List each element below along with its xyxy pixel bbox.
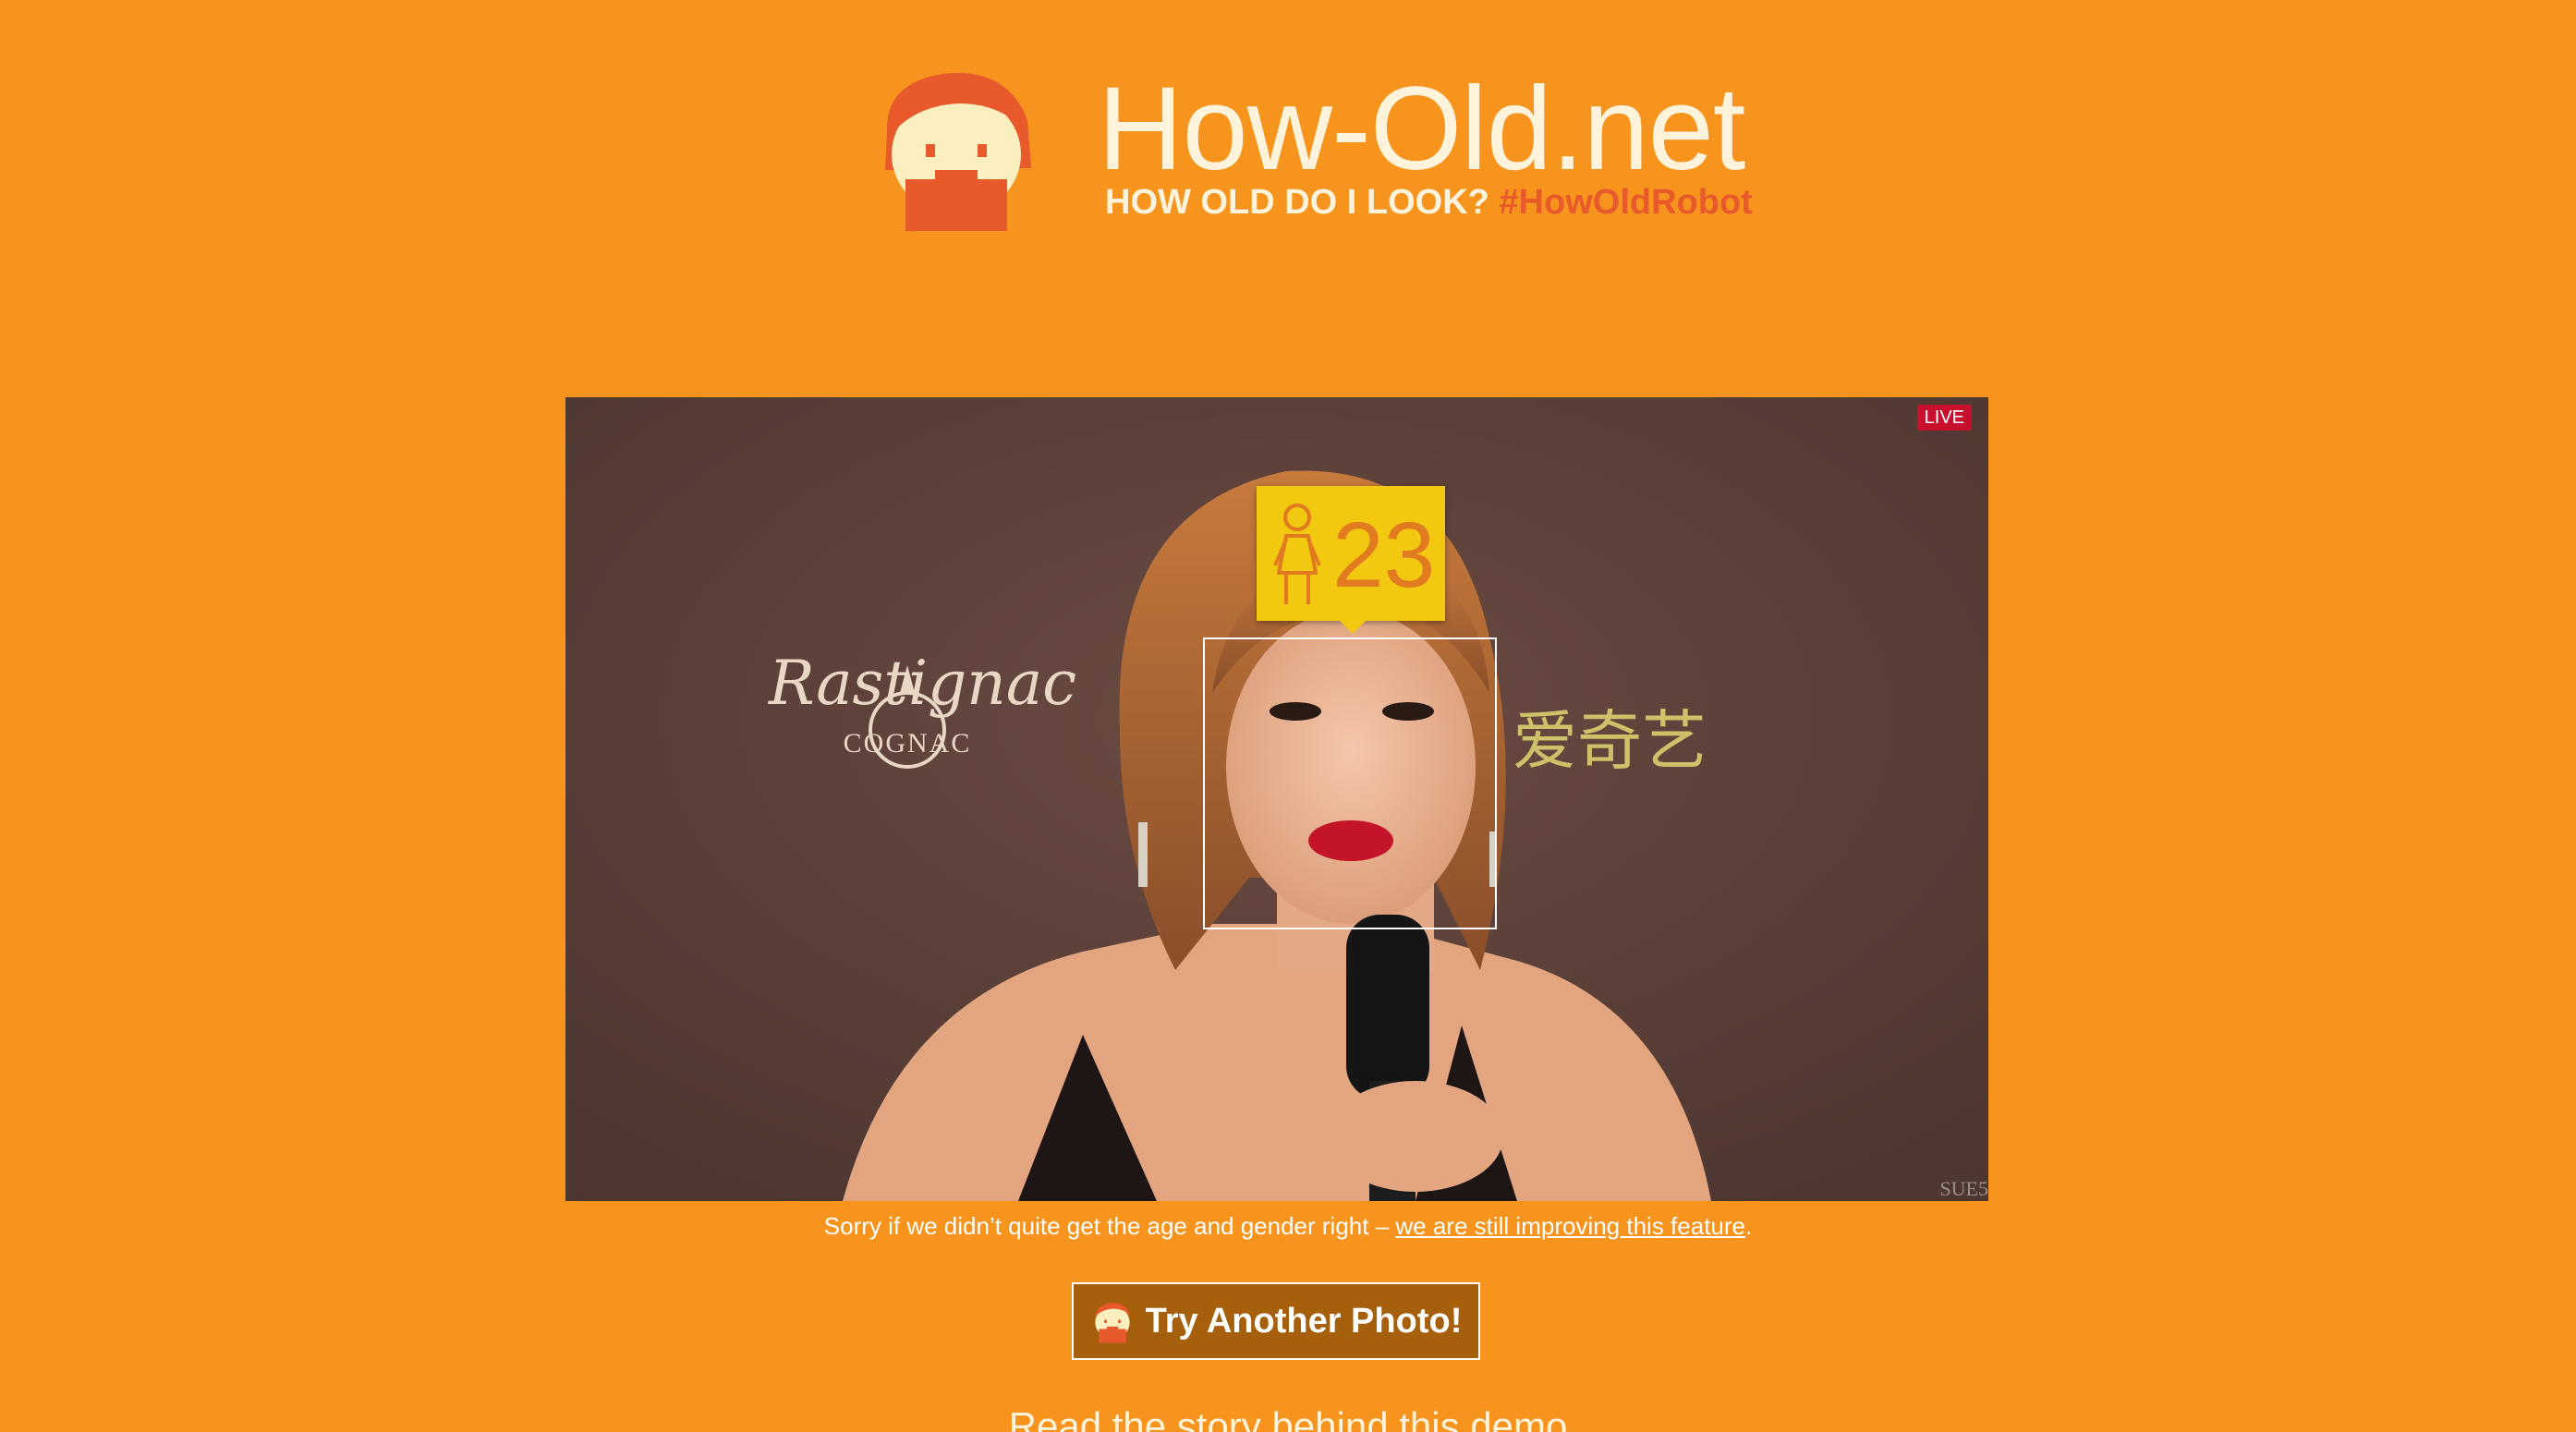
disclaimer-text: Sorry if we didn’t quite get the age and… bbox=[823, 1212, 1396, 1240]
try-another-photo-button[interactable]: Try Another Photo! bbox=[1072, 1282, 1480, 1360]
watermark-brand: Rastignac COGNAC bbox=[769, 647, 1077, 759]
face-detection-box bbox=[1203, 637, 1497, 929]
page: How-Old.net HOW OLD DO I LOOK? #HowOldRo… bbox=[0, 0, 2576, 1432]
hashtag-link[interactable]: #HowOldRobot bbox=[1499, 183, 1752, 222]
site-title: How-Old.net bbox=[1098, 63, 1745, 195]
watermark-brand-sub: COGNAC bbox=[843, 728, 972, 758]
read-story-link[interactable]: Read the story behind this demo bbox=[0, 1401, 2576, 1432]
disclaimer: Sorry if we didn’t quite get the age and… bbox=[0, 1208, 2576, 1244]
watermark-iqiyi: 爱奇艺 bbox=[1513, 703, 1707, 779]
result-photo: Rastignac COGNAC 爱奇艺 LIVE 23 SUE5 bbox=[565, 397, 1988, 1201]
live-badge: LIVE bbox=[1916, 405, 1972, 431]
improving-feature-link[interactable]: we are still improving this feature bbox=[1395, 1212, 1745, 1240]
age-value: 23 bbox=[1332, 504, 1436, 607]
corner-watermark: SUE5 bbox=[1939, 1177, 1988, 1200]
age-result-tag: 23 bbox=[1257, 486, 1445, 634]
mascot-icon bbox=[1094, 1303, 1130, 1343]
subtitle-text: HOW OLD DO I LOOK? bbox=[1105, 183, 1489, 222]
mascot-logo-icon bbox=[885, 73, 1031, 231]
female-icon bbox=[1273, 504, 1321, 604]
watermark-brand-name: Rastignac bbox=[769, 648, 1077, 719]
disclaimer-end: . bbox=[1745, 1212, 1753, 1240]
site-subtitle: HOW OLD DO I LOOK? #HowOldRobot bbox=[1105, 181, 1753, 224]
try-button-label: Try Another Photo! bbox=[1145, 1301, 1463, 1341]
